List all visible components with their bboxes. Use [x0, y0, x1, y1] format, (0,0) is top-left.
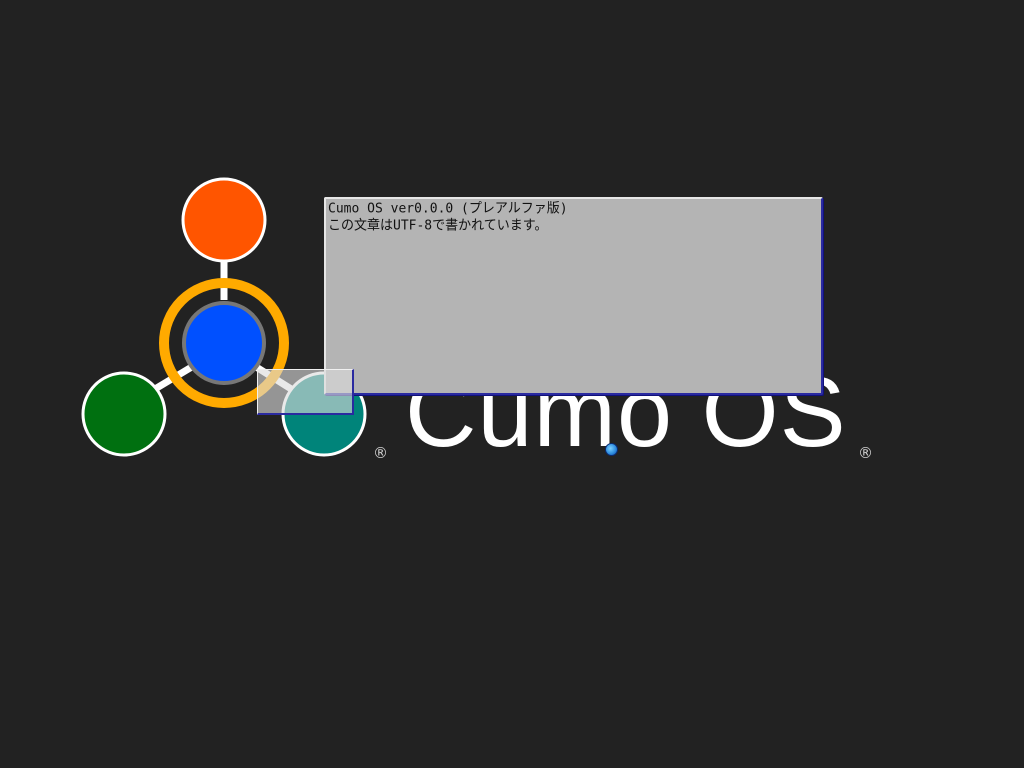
registered-mark: ® — [858, 444, 873, 462]
console-text: Cumo OS ver0.0.0 (プレアルファ版) この文章はUTF-8で書か… — [328, 201, 568, 235]
small-window[interactable] — [257, 369, 354, 415]
logo-node-top — [181, 177, 267, 263]
circle-pointer-icon — [605, 443, 618, 456]
desktop[interactable]: Cumo OS ® ® Cumo OS ver0.0.0 (プレアルファ版) こ… — [0, 0, 1024, 768]
registered-mark: ® — [373, 444, 388, 462]
console-line-2: この文章はUTF-8で書かれています。 — [328, 217, 548, 234]
logo-node-left — [81, 371, 167, 457]
console-window[interactable]: Cumo OS ver0.0.0 (プレアルファ版) この文章はUTF-8で書か… — [324, 197, 823, 395]
console-line-1: Cumo OS ver0.0.0 (プレアルファ版) — [328, 201, 568, 217]
logo-node-center — [182, 301, 266, 385]
